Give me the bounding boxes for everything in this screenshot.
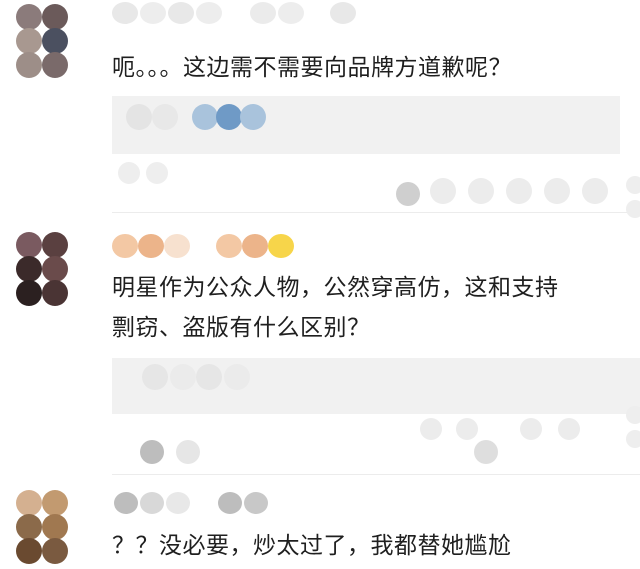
reply-blurred	[170, 364, 196, 390]
reply-blurred	[216, 104, 242, 130]
divider	[112, 212, 640, 213]
reply-blurred	[240, 104, 266, 130]
avatar[interactable]	[12, 490, 76, 566]
avatar[interactable]	[12, 4, 76, 80]
reply-blurred	[224, 364, 250, 390]
comment-text-line-2: 剽窃、盗版有什么区别？	[112, 315, 371, 341]
reply-blurred	[196, 364, 222, 390]
reply-blurred	[142, 364, 168, 390]
divider	[112, 474, 640, 475]
comment-text: ？？没必要，炒太过了，我都替她尴尬	[112, 533, 512, 559]
reply-blurred	[152, 104, 178, 130]
comment-text: 呃。。。这边需不需要向品牌方道歉呢？	[112, 55, 512, 81]
reply-box[interactable]	[112, 96, 620, 154]
reply-blurred	[192, 104, 218, 130]
reply-blurred	[126, 104, 152, 130]
comment-text-line-1: 明星作为公众人物，公然穿高仿，这和支持	[112, 275, 559, 301]
reply-box[interactable]	[112, 358, 640, 414]
avatar[interactable]	[12, 232, 76, 308]
